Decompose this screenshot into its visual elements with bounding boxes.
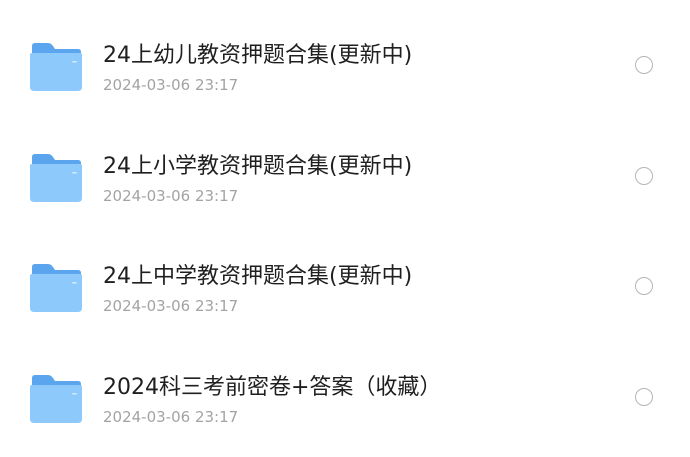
file-list: 24上幼儿教资押题合集(更新中) 2024-03-06 23:17 24上小学教…: [0, 0, 690, 457]
select-radio[interactable]: [635, 56, 653, 74]
folder-icon: [30, 43, 82, 91]
list-item[interactable]: 24上小学教资押题合集(更新中) 2024-03-06 23:17: [0, 123, 690, 233]
list-item[interactable]: 2024科三考前密卷+答案（收藏） 2024-03-06 23:17: [0, 344, 690, 454]
select-radio[interactable]: [635, 388, 653, 406]
file-date: 2024-03-06 23:17: [103, 187, 239, 205]
file-date: 2024-03-06 23:17: [103, 76, 239, 94]
select-radio[interactable]: [635, 167, 653, 185]
file-name: 24上中学教资押题合集(更新中): [103, 264, 413, 289]
file-name: 24上幼儿教资押题合集(更新中): [103, 43, 413, 68]
list-item[interactable]: 24上中学教资押题合集(更新中) 2024-03-06 23:17: [0, 233, 690, 343]
file-date: 2024-03-06 23:17: [103, 297, 239, 315]
file-name: 24上小学教资押题合集(更新中): [103, 154, 413, 179]
select-radio[interactable]: [635, 277, 653, 295]
folder-icon: [30, 154, 82, 202]
folder-icon: [30, 264, 82, 312]
file-name: 2024科三考前密卷+答案（收藏）: [103, 375, 442, 400]
list-item[interactable]: 24上幼儿教资押题合集(更新中) 2024-03-06 23:17: [0, 12, 690, 122]
file-date: 2024-03-06 23:17: [103, 408, 239, 426]
folder-icon: [30, 375, 82, 423]
